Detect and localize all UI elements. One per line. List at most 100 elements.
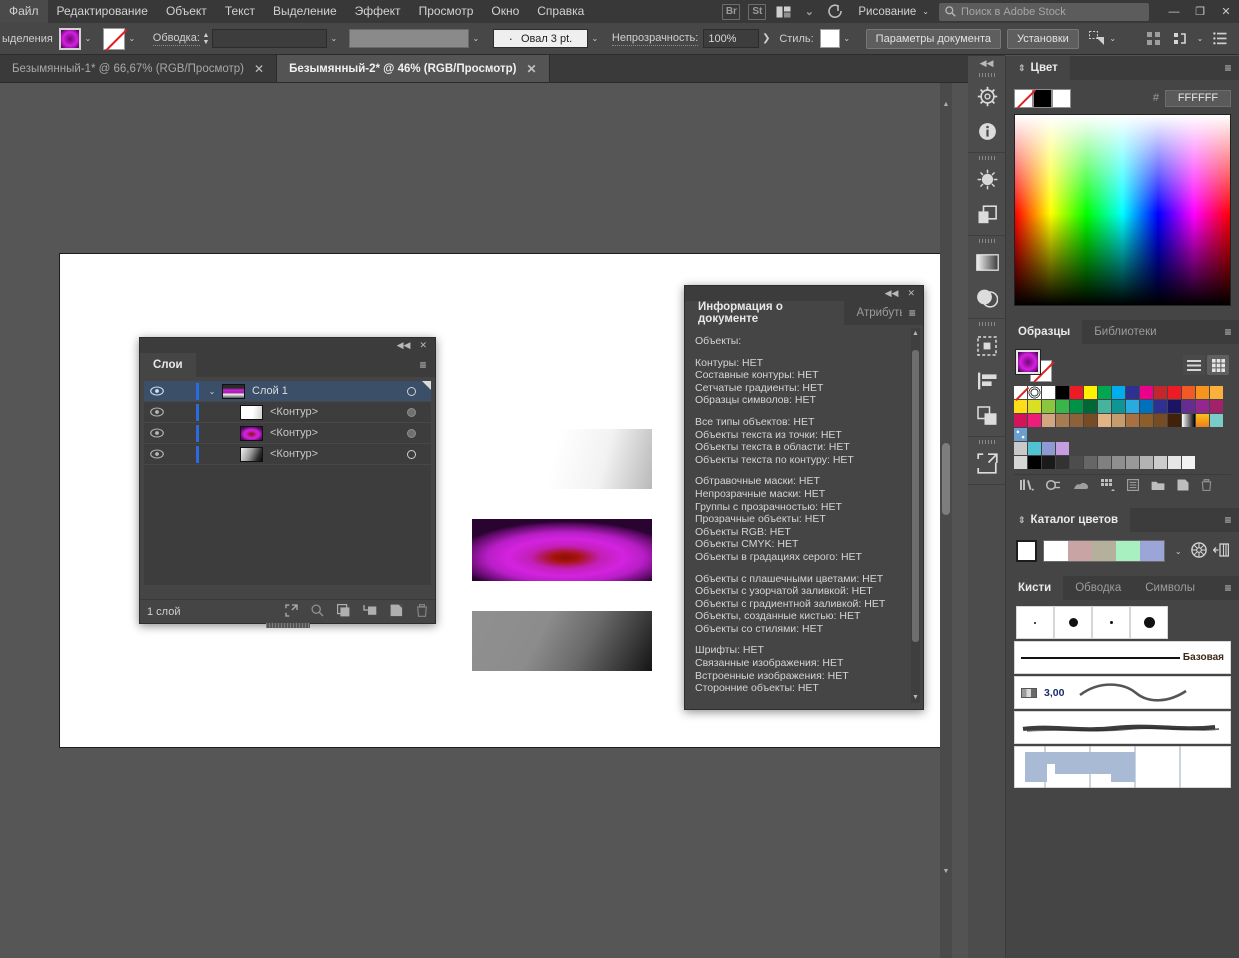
- canvas-scroll-thumb[interactable]: [942, 443, 950, 515]
- swatch-color[interactable]: [1210, 414, 1223, 427]
- align-grid-icon[interactable]: [1141, 29, 1167, 49]
- color-guide-chevron-icon[interactable]: ⌄: [1171, 540, 1185, 562]
- transparency-icon[interactable]: [968, 280, 1006, 315]
- document-tab-1-close-icon[interactable]: ✕: [254, 62, 264, 76]
- layers-panel-menu-icon[interactable]: ≡: [411, 353, 435, 377]
- swatch-registration[interactable]: [1028, 386, 1041, 399]
- docinfo-scroll-thumb[interactable]: [912, 350, 919, 642]
- layers-list[interactable]: ⌄ Слой 1 <Контур> <Контур> <Контур>: [144, 381, 431, 585]
- pathfinder-icon[interactable]: [968, 197, 1006, 232]
- stroke-color-swatch[interactable]: [102, 27, 125, 50]
- select-similar-control[interactable]: ⌄: [1088, 28, 1120, 50]
- swatch-color[interactable]: [1140, 456, 1153, 469]
- stroke-profile-field[interactable]: [348, 29, 469, 48]
- layers-panel[interactable]: ◀◀ ✕ Слои ≡ ⌄ Слой 1 <Контур> <Контур> <…: [139, 337, 436, 628]
- swatches-panel[interactable]: Образцы Библиотеки ≡: [1006, 320, 1239, 504]
- swatch-color[interactable]: [1126, 400, 1139, 413]
- info-icon[interactable]: [968, 114, 1006, 149]
- delete-layer-icon[interactable]: [416, 603, 428, 620]
- swatch-color[interactable]: [1098, 386, 1111, 399]
- brush-dot-presets[interactable]: [1014, 602, 1231, 639]
- canvas-vertical-scrollbar[interactable]: ▲ ▼: [940, 83, 952, 958]
- gradient-icon[interactable]: [968, 245, 1006, 280]
- save-group-icon[interactable]: [1212, 542, 1230, 560]
- list-view-icon[interactable]: [1183, 355, 1205, 375]
- swatch-color[interactable]: [1140, 414, 1153, 427]
- color-spectrum-picker[interactable]: [1014, 114, 1231, 306]
- menu-edit[interactable]: Редактирование: [48, 0, 157, 23]
- create-new-layer-icon[interactable]: [390, 604, 403, 620]
- swatch-color[interactable]: [1056, 386, 1069, 399]
- swatch-color[interactable]: [1168, 414, 1181, 427]
- document-info-panel[interactable]: ◀◀ ✕ Информация о документе Атрибуты ≡ О…: [684, 285, 924, 710]
- arrange-chevron-icon[interactable]: ⌄: [796, 2, 822, 22]
- layers-collapse-icon[interactable]: ◀◀: [397, 340, 411, 351]
- docinfo-panel-menu-icon[interactable]: ≡: [902, 301, 923, 325]
- tab-brushes[interactable]: Кисти: [1006, 576, 1064, 600]
- swatch-color[interactable]: [1042, 386, 1055, 399]
- swatch-color[interactable]: [1042, 442, 1055, 455]
- tab-stroke[interactable]: Обводка: [1063, 576, 1133, 600]
- layer-row[interactable]: <Контур>: [144, 402, 431, 423]
- swatch-color[interactable]: [1056, 442, 1069, 455]
- swatch-gradient-white-black[interactable]: [1182, 414, 1195, 427]
- color-guide-base-swatch[interactable]: [1016, 540, 1038, 562]
- brush-pattern-item[interactable]: [1014, 746, 1231, 788]
- swatch-color[interactable]: [1070, 456, 1083, 469]
- minimize-button[interactable]: —: [1161, 1, 1187, 23]
- dock-grip[interactable]: [968, 153, 1005, 162]
- scroll-down-icon[interactable]: ▼: [940, 864, 952, 878]
- swatch-color[interactable]: [1210, 386, 1223, 399]
- visibility-eye-icon[interactable]: [144, 386, 170, 396]
- color-guide-harmony-swatch[interactable]: [1044, 541, 1069, 561]
- color-panel[interactable]: ⇕ Цвет ≡ # FFFFFF: [1006, 56, 1239, 312]
- brush-chevron-icon[interactable]: ⌄: [588, 28, 602, 50]
- swatch-color[interactable]: [1028, 456, 1041, 469]
- artwork-white-gradient-rect[interactable]: [472, 429, 652, 489]
- swatch-color[interactable]: [1098, 456, 1111, 469]
- menu-view[interactable]: Просмотр: [410, 0, 483, 23]
- artboards-icon[interactable]: [968, 328, 1006, 363]
- new-swatch-icon[interactable]: [1177, 479, 1189, 494]
- swatch-color[interactable]: [1168, 386, 1181, 399]
- document-tab-2-close-icon[interactable]: ✕: [527, 62, 537, 76]
- arrange-documents-icon[interactable]: [770, 2, 796, 22]
- brush-preset[interactable]: [1130, 606, 1168, 639]
- swatch-color[interactable]: [1028, 442, 1041, 455]
- swatch-color[interactable]: [1070, 386, 1083, 399]
- fill-color-swatch[interactable]: [58, 27, 81, 50]
- tab-swatches[interactable]: Образцы: [1006, 320, 1083, 344]
- stock-icon[interactable]: St: [748, 3, 767, 20]
- brush-preset[interactable]: [1092, 606, 1130, 639]
- layers-stack-icon[interactable]: [968, 398, 1006, 433]
- brush-charcoal-item[interactable]: [1014, 711, 1231, 744]
- swatch-color[interactable]: [1042, 456, 1055, 469]
- fill-chevron-icon[interactable]: ⌄: [81, 28, 95, 50]
- export-icon[interactable]: [968, 446, 1006, 481]
- show-libraries-icon[interactable]: [1073, 480, 1089, 494]
- menu-text[interactable]: Текст: [216, 0, 264, 23]
- tab-attributes[interactable]: Атрибуты: [843, 301, 902, 325]
- swatch-color[interactable]: [1210, 400, 1223, 413]
- docinfo-scroll-down-icon[interactable]: ▼: [911, 692, 920, 703]
- layer-name[interactable]: Слой 1: [252, 385, 391, 397]
- swatch-options-icon[interactable]: [1127, 479, 1140, 494]
- swatch-color[interactable]: [1028, 400, 1041, 413]
- create-sublayer-icon[interactable]: [363, 604, 377, 620]
- tab-color[interactable]: ⇕ Цвет: [1006, 56, 1070, 80]
- preferences-button[interactable]: Установки: [1007, 28, 1079, 49]
- swatch-kinds-icon[interactable]: [1101, 479, 1115, 494]
- object-target-indicator[interactable]: [391, 407, 431, 417]
- swatch-color[interactable]: [1014, 414, 1027, 427]
- swatch-color[interactable]: [1154, 400, 1167, 413]
- color-wheel-icon[interactable]: [1191, 541, 1207, 561]
- swatch-color[interactable]: [1168, 456, 1181, 469]
- swatch-pattern-snow[interactable]: [1014, 428, 1027, 441]
- object-target-indicator[interactable]: [391, 449, 431, 459]
- swatch-color[interactable]: [1112, 386, 1125, 399]
- layer-row[interactable]: <Контур>: [144, 423, 431, 444]
- locate-object-icon[interactable]: [285, 603, 298, 620]
- graphic-style-swatch[interactable]: [819, 29, 840, 48]
- swatch-color[interactable]: [1084, 386, 1097, 399]
- swatch-color[interactable]: [1084, 456, 1097, 469]
